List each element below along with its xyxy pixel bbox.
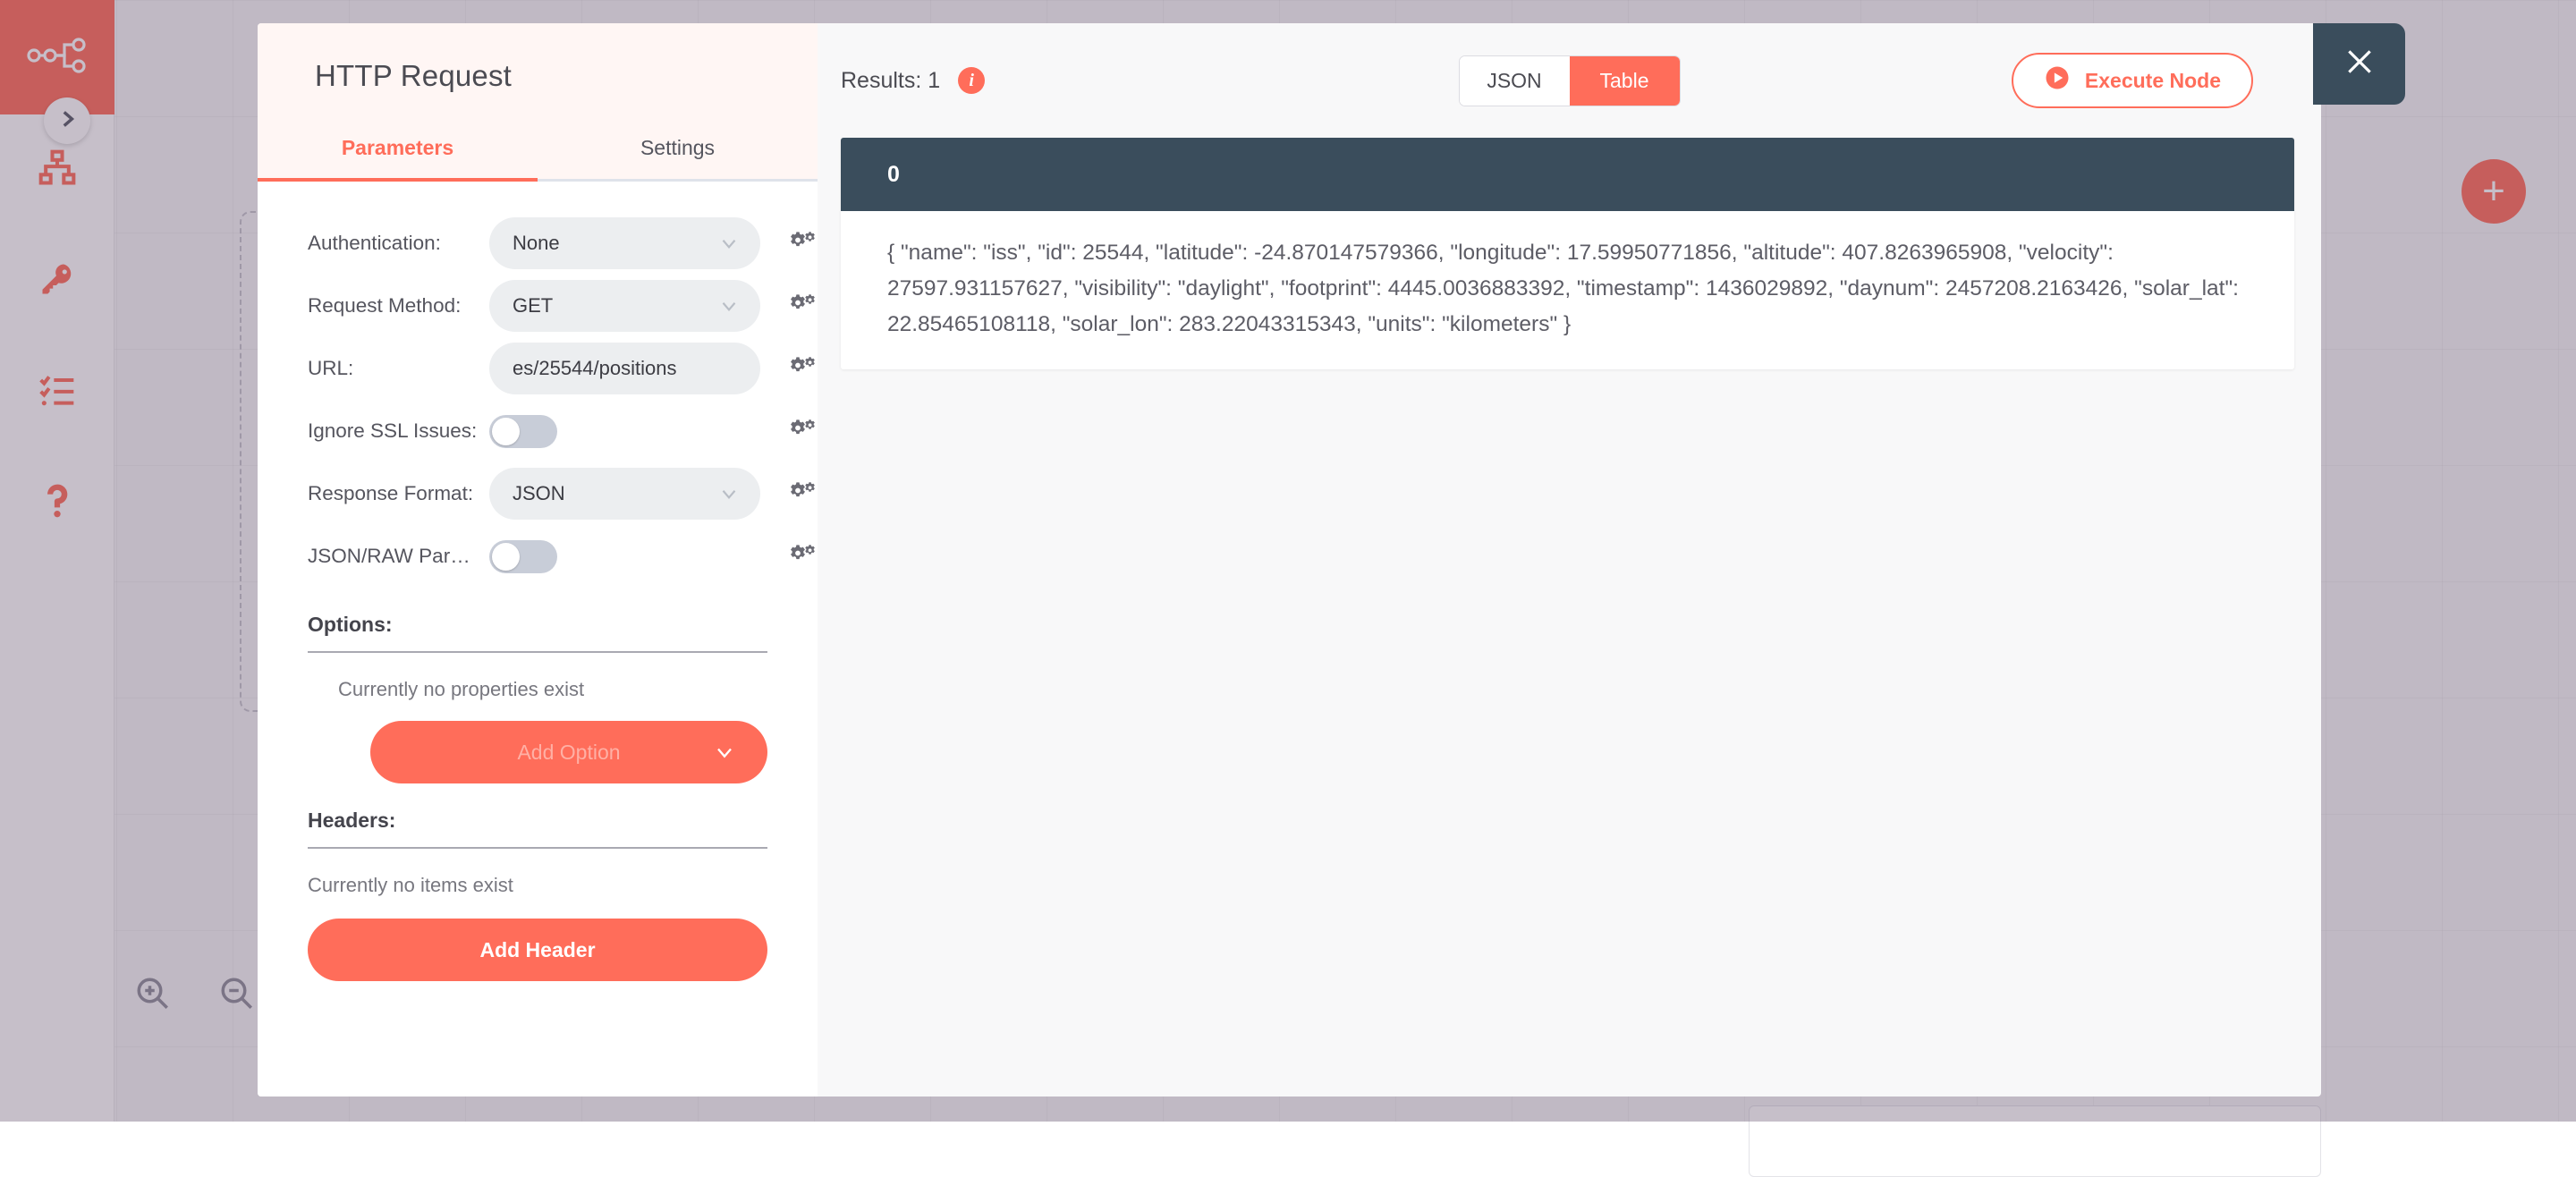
play-circle-icon (2044, 64, 2071, 97)
authentication-select[interactable]: None (489, 217, 760, 269)
node-header: HTTP Request Parameters Settings (258, 23, 818, 182)
chevron-down-icon (717, 232, 741, 255)
response-format-value: JSON (513, 482, 717, 505)
tab-bar[interactable]: Parameters Settings (258, 127, 818, 182)
parameters-list: Authentication: None (258, 182, 818, 1097)
ignore-ssl-issues-settings-button[interactable] (787, 418, 818, 445)
results-table-cell: { "name": "iss", "id": 25544, "latitude"… (841, 211, 2294, 369)
tab-parameters[interactable]: Parameters (258, 127, 538, 179)
response-format-select[interactable]: JSON (489, 468, 760, 520)
param-row-response-format: Response Format: JSON (258, 462, 818, 525)
param-label-response-format: Response Format: (308, 482, 489, 505)
parameters-pane: HTTP Request Parameters Settings Authent… (258, 23, 818, 1097)
add-option-button[interactable]: Add Option (370, 721, 767, 783)
authentication-value: None (513, 232, 717, 255)
execute-node-button[interactable]: Execute Node (2012, 53, 2253, 108)
headers-section-title: Headers: (258, 783, 818, 833)
param-label-authentication: Authentication: (308, 232, 489, 255)
param-label-json-raw-parameters: JSON/RAW Parame... (308, 545, 489, 568)
param-label-request-method: Request Method: (308, 294, 489, 318)
response-format-settings-button[interactable] (787, 480, 818, 507)
results-count: Results: 1 (841, 68, 940, 94)
output-pane: Results: 1 i JSON Table Execute Node 0 {… (818, 23, 2321, 1097)
param-row-ignore-ssl-issues: Ignore SSL Issues: (258, 400, 818, 462)
view-mode-json[interactable]: JSON (1460, 56, 1570, 106)
view-mode-table[interactable]: Table (1570, 56, 1680, 106)
url-input[interactable]: es/25544/positions (489, 343, 760, 394)
chevron-down-icon (712, 740, 737, 765)
add-header-button[interactable]: Add Header (308, 919, 767, 981)
output-header: Results: 1 i JSON Table Execute Node (818, 23, 2321, 138)
output-view-switch[interactable]: JSON Table (1459, 55, 1681, 106)
add-header-label: Add Header (479, 938, 595, 962)
results-table: 0 { "name": "iss", "id": 25544, "latitud… (841, 138, 2294, 369)
execute-node-label: Execute Node (2085, 69, 2221, 93)
request-method-value: GET (513, 294, 717, 318)
add-option-label: Add Option (517, 741, 620, 765)
json-raw-parameters-settings-button[interactable] (787, 543, 818, 570)
close-button[interactable] (2313, 23, 2405, 105)
headers-empty-text: Currently no items exist (258, 849, 818, 897)
toggle-knob (492, 543, 520, 571)
param-label-url: URL: (308, 357, 489, 380)
chevron-down-icon (717, 482, 741, 505)
options-section-title: Options: (258, 588, 818, 637)
param-row-json-raw-parameters: JSON/RAW Parame... (258, 525, 818, 588)
toggle-knob (492, 418, 520, 445)
authentication-settings-button[interactable] (787, 230, 818, 257)
close-icon (2342, 44, 2377, 84)
param-row-authentication: Authentication: None (258, 212, 818, 275)
tab-settings[interactable]: Settings (538, 127, 818, 179)
param-label-ignore-ssl-issues: Ignore SSL Issues: (308, 419, 489, 443)
param-row-url: URL: es/25544/positions (258, 337, 818, 400)
options-empty-text: Currently no properties exist (258, 653, 818, 701)
param-row-request-method: Request Method: GET (258, 275, 818, 337)
results-table-column-header: 0 (841, 138, 2294, 211)
node-detail-view: HTTP Request Parameters Settings Authent… (258, 23, 2321, 1097)
json-raw-parameters-toggle[interactable] (489, 540, 557, 573)
request-method-select[interactable]: GET (489, 280, 760, 332)
chevron-down-icon (717, 294, 741, 318)
page-title: HTTP Request (258, 59, 818, 93)
ignore-ssl-issues-toggle[interactable] (489, 415, 557, 448)
request-method-settings-button[interactable] (787, 292, 818, 319)
info-icon[interactable]: i (958, 67, 985, 94)
url-settings-button[interactable] (787, 355, 818, 382)
